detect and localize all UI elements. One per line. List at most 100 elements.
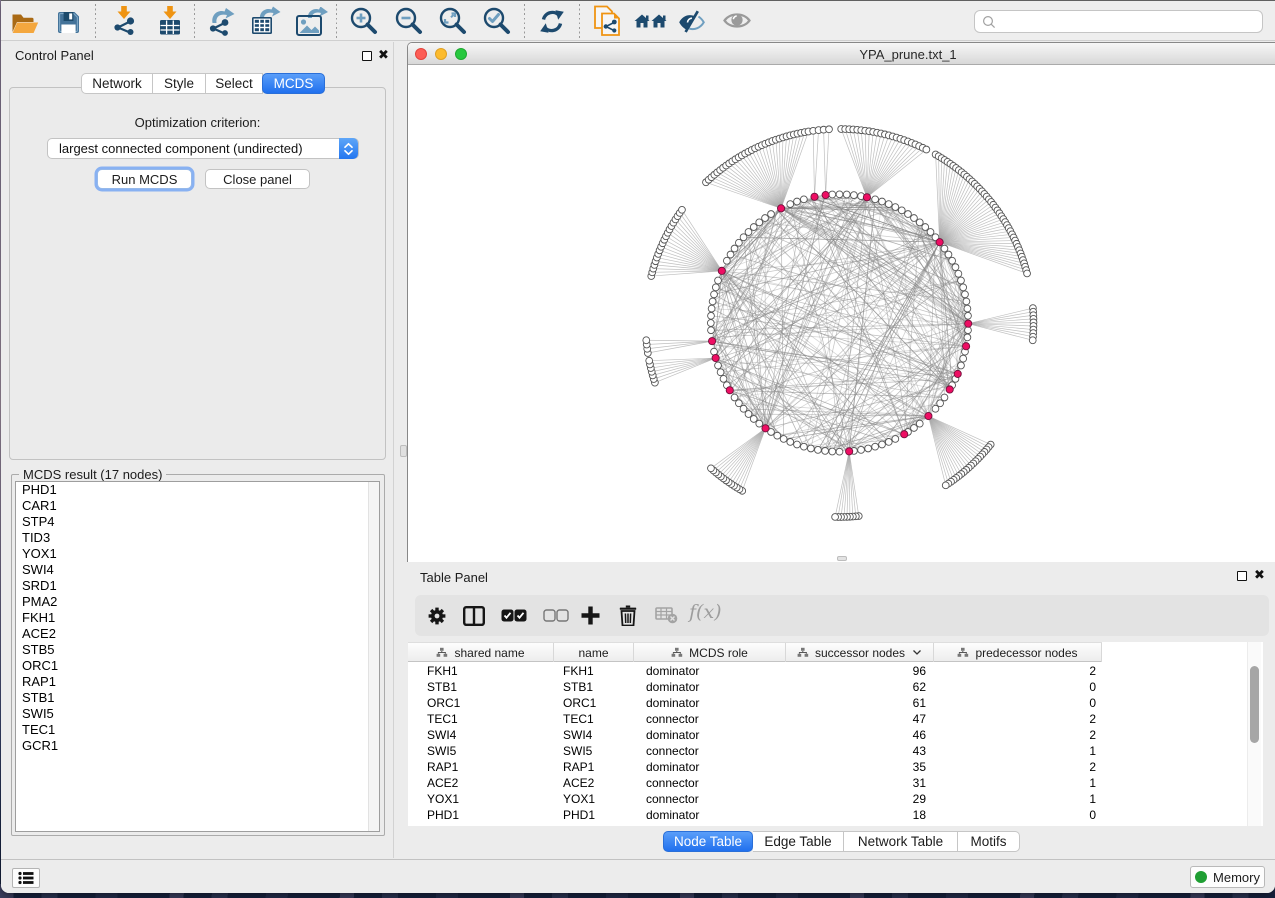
settings-icon[interactable] [426, 605, 448, 632]
table-cell-shared_name[interactable]: YOX1 [427, 791, 459, 807]
tab-select[interactable]: Select [206, 73, 263, 94]
network-canvas[interactable] [408, 66, 1275, 562]
table-cell-succ[interactable]: 29 [913, 791, 926, 807]
table-row[interactable]: SWI5SWI5connector431 [408, 743, 1102, 759]
zoom-fit-icon[interactable] [438, 6, 467, 40]
mcds-result-item[interactable]: STB5 [16, 642, 379, 658]
table-row[interactable]: ACE2ACE2connector311 [408, 775, 1102, 791]
column-header-shared-name[interactable]: shared name [408, 643, 554, 662]
mcds-result-item[interactable]: YOX1 [16, 546, 379, 562]
table-cell-pred[interactable]: 2 [1089, 759, 1096, 775]
tab-motifs[interactable]: Motifs [958, 831, 1020, 852]
table-row[interactable]: SWI4SWI4dominator462 [408, 727, 1102, 743]
close-table-panel-icon[interactable]: ✖ [1254, 570, 1265, 580]
table-cell-succ[interactable]: 47 [913, 711, 926, 727]
table-scrollbar[interactable] [1247, 642, 1261, 826]
table-cell-role[interactable]: dominator [646, 759, 699, 775]
float-table-panel-icon[interactable] [1237, 571, 1247, 581]
zoom-selected-icon[interactable] [482, 6, 511, 40]
table-cell-role[interactable]: dominator [646, 695, 699, 711]
table-cell-name[interactable]: SWI4 [563, 727, 592, 743]
close-panel-button[interactable]: Close panel [205, 169, 310, 189]
mcds-result-item[interactable]: TEC1 [16, 722, 379, 738]
table-cell-role[interactable]: dominator [646, 679, 699, 695]
mcds-result-list[interactable]: PHD1CAR1STP4TID3YOX1SWI4SRD1PMA2FKH1ACE2… [15, 481, 380, 832]
search-input[interactable] [1000, 14, 1262, 29]
import-network-icon[interactable] [111, 6, 137, 40]
table-cell-succ[interactable]: 18 [913, 807, 926, 823]
mcds-result-item[interactable]: SWI5 [16, 706, 379, 722]
table-row[interactable]: FKH1FKH1dominator962 [408, 663, 1102, 679]
splitter-handle[interactable] [400, 445, 407, 457]
table-cell-succ[interactable]: 35 [913, 759, 926, 775]
table-cell-role[interactable]: connector [646, 775, 699, 791]
table-cell-succ[interactable]: 96 [913, 663, 926, 679]
table-row[interactable]: STB1STB1dominator620 [408, 679, 1102, 695]
table-cell-pred[interactable]: 0 [1089, 679, 1096, 695]
mcds-result-item[interactable]: FKH1 [16, 610, 379, 626]
table-cell-succ[interactable]: 62 [913, 679, 926, 695]
copy-network-icon[interactable] [593, 5, 621, 41]
mcds-result-item[interactable]: TID3 [16, 530, 379, 546]
open-file-icon[interactable] [11, 12, 40, 41]
column-header-MCDS-role[interactable]: MCDS role [634, 643, 786, 662]
table-cell-pred[interactable]: 0 [1089, 807, 1096, 823]
table-cell-pred[interactable]: 0 [1089, 695, 1096, 711]
zoom-out-icon[interactable] [394, 6, 423, 40]
search-box[interactable] [974, 10, 1263, 33]
table-cell-name[interactable]: YOX1 [563, 791, 595, 807]
table-cell-shared_name[interactable]: FKH1 [427, 663, 458, 679]
table-cell-shared_name[interactable]: STB1 [427, 679, 457, 695]
table-cell-role[interactable]: connector [646, 743, 699, 759]
table-cell-succ[interactable]: 31 [913, 775, 926, 791]
tab-mcds[interactable]: MCDS [262, 73, 325, 94]
table-cell-shared_name[interactable]: ACE2 [427, 775, 458, 791]
table-cell-shared_name[interactable]: PHD1 [427, 807, 459, 823]
table-cell-shared_name[interactable]: TEC1 [427, 711, 458, 727]
table-cell-succ[interactable]: 46 [913, 727, 926, 743]
horizontal-splitter-handle[interactable] [837, 556, 847, 561]
hide-selected-icon[interactable] [677, 9, 707, 38]
table-cell-name[interactable]: TEC1 [563, 711, 594, 727]
list-scrollbar-track[interactable] [368, 482, 379, 831]
close-window-icon[interactable] [415, 48, 427, 60]
column-header-predecessor-nodes[interactable]: predecessor nodes [934, 643, 1102, 662]
table-row[interactable]: PHD1PHD1dominator180 [408, 807, 1102, 823]
column-header-successor-nodes[interactable]: successor nodes [786, 643, 934, 662]
mcds-result-item[interactable]: RAP1 [16, 674, 379, 690]
table-row[interactable]: YOX1YOX1connector291 [408, 791, 1102, 807]
vertical-splitter[interactable] [393, 42, 407, 858]
zoom-in-icon[interactable] [349, 6, 378, 40]
mcds-result-item[interactable]: SWI4 [16, 562, 379, 578]
home-icon[interactable] [634, 14, 667, 33]
delete-column-icon[interactable] [619, 605, 637, 631]
add-column-icon[interactable] [581, 606, 600, 630]
table-cell-pred[interactable]: 2 [1089, 711, 1096, 727]
mcds-result-item[interactable]: CAR1 [16, 498, 379, 514]
tab-edge-table[interactable]: Edge Table [753, 831, 844, 852]
optimization-criterion-select[interactable]: largest connected component (undirected) [47, 138, 359, 159]
mcds-result-item[interactable]: GCR1 [16, 738, 379, 754]
run-mcds-button[interactable]: Run MCDS [97, 169, 192, 189]
table-row[interactable]: TEC1TEC1connector472 [408, 711, 1102, 727]
table-cell-name[interactable]: SWI5 [563, 743, 592, 759]
delete-table-icon[interactable] [655, 607, 678, 629]
table-cell-pred[interactable]: 2 [1089, 663, 1096, 679]
tab-node-table[interactable]: Node Table [663, 831, 753, 852]
function-builder-icon[interactable]: f(x) [689, 601, 722, 623]
table-cell-succ[interactable]: 61 [913, 695, 926, 711]
table-cell-name[interactable]: RAP1 [563, 759, 594, 775]
table-cell-succ[interactable]: 43 [913, 743, 926, 759]
mcds-result-item[interactable]: SRD1 [16, 578, 379, 594]
table-cell-name[interactable]: FKH1 [563, 663, 594, 679]
table-cell-name[interactable]: PHD1 [563, 807, 595, 823]
table-row[interactable]: RAP1RAP1dominator352 [408, 759, 1102, 775]
table-cell-shared_name[interactable]: SWI5 [427, 743, 456, 759]
mcds-result-item[interactable]: PHD1 [16, 482, 379, 498]
save-session-icon[interactable] [56, 10, 81, 40]
refresh-icon[interactable] [538, 8, 566, 40]
table-cell-name[interactable]: ORC1 [563, 695, 596, 711]
select-all-icon[interactable] [501, 609, 527, 627]
zoom-window-icon[interactable] [455, 48, 467, 60]
table-cell-role[interactable]: connector [646, 791, 699, 807]
